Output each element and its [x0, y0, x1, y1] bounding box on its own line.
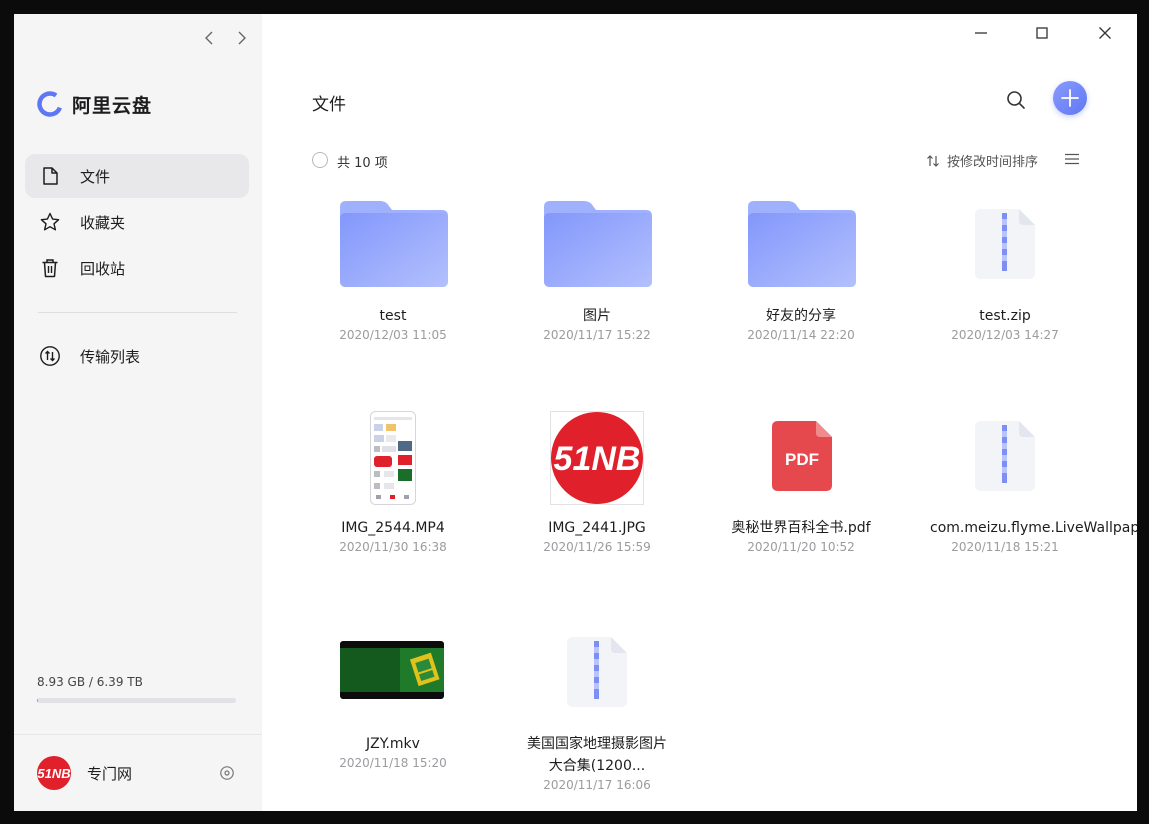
- sidebar-item-transfers[interactable]: 传输列表: [25, 334, 249, 378]
- sidebar-item-label: 传输列表: [80, 347, 141, 366]
- file-date: 2020/11/17 15:22: [543, 328, 651, 342]
- file-item[interactable]: 美国国家地理摄影图片大合集(1200... 2020/11/17 16:06: [512, 627, 682, 792]
- maximize-icon[interactable]: [1031, 22, 1053, 44]
- file-date: 2020/11/14 22:20: [747, 328, 855, 342]
- file-item[interactable]: com.meizu.flyme.LiveWallpapers_1.... 202…: [920, 411, 1137, 554]
- file-date: 2020/11/20 10:52: [747, 540, 855, 554]
- file-thumbnail: [920, 411, 1090, 511]
- thumbnail-logo-text: 51NB: [554, 440, 641, 478]
- sidebar-divider: [38, 312, 237, 313]
- storage-progress-fill: [37, 698, 38, 703]
- pdf-icon-text: PDF: [785, 450, 819, 469]
- zip-file-icon: [567, 637, 627, 707]
- avatar-text: 51NB: [37, 766, 70, 781]
- file-date: 2020/11/17 16:06: [543, 778, 651, 792]
- plus-icon: [1061, 89, 1079, 107]
- sidebar-item-favorites[interactable]: 收藏夹: [25, 200, 249, 244]
- transfer-icon: [40, 346, 60, 366]
- sidebar-item-files[interactable]: 文件: [25, 154, 249, 198]
- folder-icon: [748, 201, 856, 287]
- sort-label: 按修改时间排序: [947, 155, 1039, 170]
- minimize-icon[interactable]: [970, 22, 992, 44]
- file-name: test.zip: [979, 308, 1031, 324]
- select-all-checkbox[interactable]: [312, 152, 328, 168]
- avatar[interactable]: 51NB: [37, 756, 71, 790]
- file-thumbnail: [512, 627, 682, 727]
- file-name: 美国国家地理摄影图片大合集(1200...: [527, 736, 667, 774]
- sidebar-item-label: 收藏夹: [80, 213, 126, 232]
- file-date: 2020/11/26 15:59: [543, 540, 651, 554]
- video-thumbnail-icon: [340, 641, 444, 699]
- file-name: com.meizu.flyme.LiveWallpapers_1....: [930, 520, 1137, 536]
- file-name: JZY.mkv: [366, 736, 420, 752]
- file-thumbnail: [308, 627, 478, 727]
- storage-usage-text: 8.93 GB / 6.39 TB: [37, 675, 143, 689]
- file-icon: [43, 167, 58, 185]
- file-thumbnail: 51NB: [512, 411, 682, 511]
- file-item[interactable]: 51NB IMG_2441.JPG 2020/11/26 15:59: [512, 411, 682, 554]
- sidebar-item-label: 文件: [80, 167, 111, 186]
- back-arrow-icon[interactable]: [200, 28, 220, 48]
- file-name: test: [379, 308, 407, 324]
- forward-arrow-icon[interactable]: [231, 28, 251, 48]
- add-button[interactable]: [1053, 81, 1087, 115]
- file-date: 2020/11/18 15:20: [339, 756, 447, 770]
- sidebar-item-trash[interactable]: 回收站: [25, 246, 249, 290]
- file-thumbnail: [308, 411, 478, 511]
- search-icon[interactable]: [1005, 89, 1027, 111]
- user-name: 专门网: [87, 765, 133, 783]
- file-name: IMG_2441.JPG: [548, 520, 646, 536]
- file-thumbnail: [308, 199, 478, 299]
- app-window: 阿里云盘 文件 收藏夹 回收站 传输列表 8.93 GB / 6.39 TB 5…: [14, 14, 1137, 811]
- sidebar-bottom-divider: [14, 734, 262, 735]
- zip-file-icon: [975, 421, 1035, 491]
- folder-icon: [544, 201, 652, 287]
- settings-gear-icon[interactable]: [219, 765, 235, 781]
- item-count: 共 10 项: [337, 156, 388, 171]
- sidebar-item-label: 回收站: [80, 259, 126, 278]
- zip-file-icon: [975, 209, 1035, 279]
- file-item[interactable]: IMG_2544.MP4 2020/11/30 16:38: [308, 411, 478, 554]
- file-date: 2020/12/03 14:27: [951, 328, 1059, 342]
- close-icon[interactable]: [1094, 22, 1116, 44]
- main-content: 文件 共 10 项 按修改时间排序 test 2020/12/03 11:05 …: [262, 14, 1137, 811]
- file-date: 2020/11/30 16:38: [339, 540, 447, 554]
- app-name: 阿里云盘: [72, 94, 153, 117]
- image-thumbnail-icon: 51NB: [550, 411, 644, 505]
- list-view-icon[interactable]: [1064, 151, 1080, 167]
- file-item[interactable]: test 2020/12/03 11:05: [308, 199, 478, 342]
- sort-button[interactable]: 按修改时间排序: [925, 151, 1038, 170]
- file-name: 奥秘世界百科全书.pdf: [731, 520, 871, 536]
- file-item[interactable]: 图片 2020/11/17 15:22: [512, 199, 682, 342]
- file-thumbnail: [512, 199, 682, 299]
- video-thumbnail-icon: [370, 411, 416, 505]
- storage-progress-bar: [37, 698, 236, 703]
- file-thumbnail: PDF: [716, 411, 886, 511]
- file-name: IMG_2544.MP4: [341, 520, 445, 536]
- file-thumbnail: [716, 199, 886, 299]
- file-item[interactable]: PDF 奥秘世界百科全书.pdf 2020/11/20 10:52: [716, 411, 886, 554]
- app-logo: 阿里云盘: [36, 90, 152, 118]
- file-name: 好友的分享: [766, 308, 836, 324]
- file-item[interactable]: 好友的分享 2020/11/14 22:20: [716, 199, 886, 342]
- sidebar: 阿里云盘 文件 收藏夹 回收站 传输列表 8.93 GB / 6.39 TB 5…: [14, 14, 262, 811]
- sort-arrows-icon: [927, 154, 939, 167]
- star-icon: [40, 212, 60, 231]
- page-title: 文件: [312, 95, 346, 115]
- file-thumbnail: [920, 199, 1090, 299]
- pdf-file-icon: PDF: [772, 421, 832, 491]
- file-date: 2020/11/18 15:21: [951, 540, 1059, 554]
- folder-icon: [340, 201, 448, 287]
- file-date: 2020/12/03 11:05: [339, 328, 447, 342]
- trash-icon: [42, 259, 58, 278]
- file-item[interactable]: JZY.mkv 2020/11/18 15:20: [308, 627, 478, 770]
- file-item[interactable]: test.zip 2020/12/03 14:27: [920, 199, 1090, 342]
- cloud-logo-icon: [37, 91, 63, 117]
- file-name: 图片: [583, 308, 611, 324]
